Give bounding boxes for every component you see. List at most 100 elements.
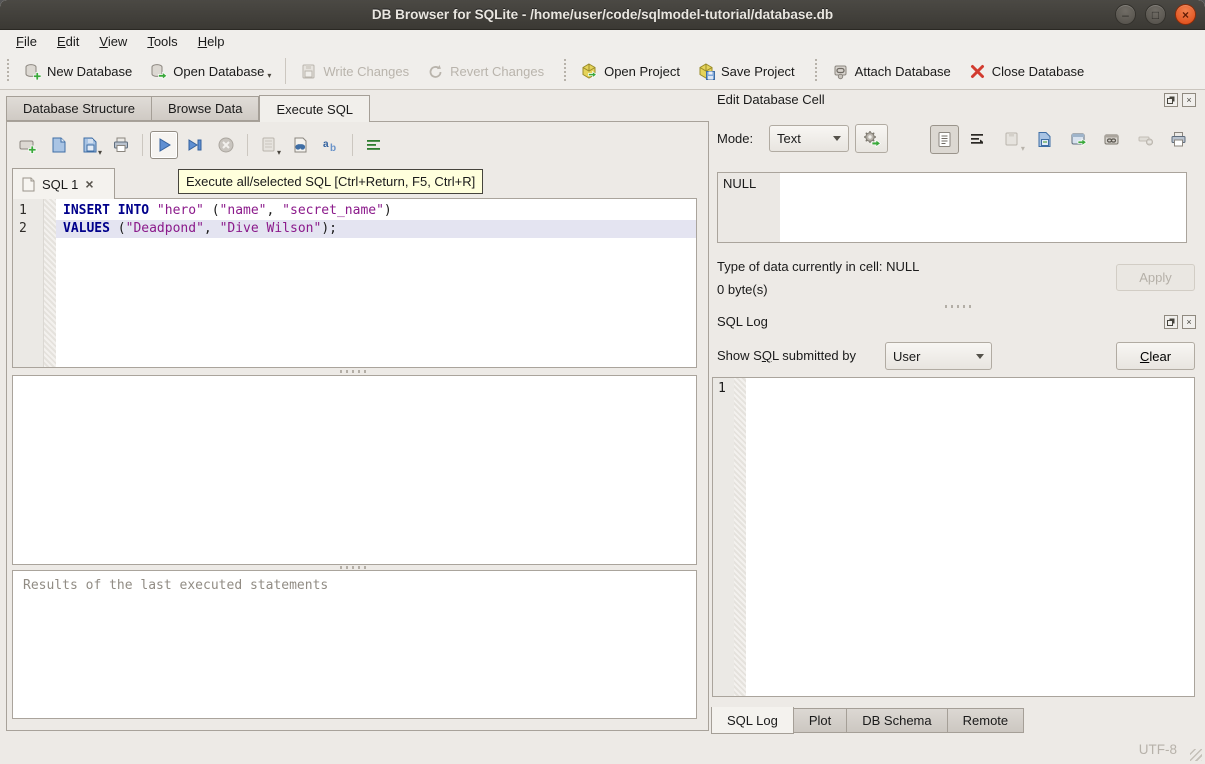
splitter-handle[interactable] bbox=[340, 370, 366, 373]
tab-browse-data[interactable]: Browse Data bbox=[152, 96, 259, 121]
close-button[interactable]: × bbox=[1175, 4, 1196, 25]
text-mode-icon[interactable] bbox=[930, 125, 959, 154]
open-external-icon[interactable] bbox=[1064, 125, 1093, 154]
gear-import-icon bbox=[862, 129, 881, 148]
copy-link-icon[interactable] bbox=[1097, 125, 1126, 154]
attach-database-button[interactable]: Attach Database bbox=[823, 57, 960, 86]
close-database-icon bbox=[969, 63, 986, 80]
save-project-icon bbox=[698, 63, 715, 80]
menu-edit[interactable]: Edit bbox=[47, 31, 89, 52]
stop-execution-button[interactable] bbox=[212, 131, 240, 159]
save-sql-dropdown-caret[interactable]: ▾ bbox=[98, 148, 102, 157]
revert-changes-button[interactable]: Revert Changes bbox=[418, 57, 553, 86]
sql-log-view[interactable]: 1 bbox=[712, 377, 1195, 697]
cell-value-area[interactable] bbox=[780, 173, 1186, 242]
open-database-button[interactable]: Open Database ▾ bbox=[141, 57, 280, 86]
open-project-button[interactable]: Open Project bbox=[572, 57, 689, 86]
sql-editor[interactable]: 12 INSERT INTO "hero" ("name", "secret_n… bbox=[12, 198, 697, 368]
save-results-button[interactable]: ▾ bbox=[255, 131, 283, 159]
tab-db-schema[interactable]: DB Schema bbox=[847, 708, 947, 733]
results-grid-pane[interactable] bbox=[12, 375, 697, 565]
sql-toolbar-separator bbox=[352, 134, 353, 156]
sql-toolbar-separator bbox=[142, 134, 143, 156]
float-dock-button[interactable] bbox=[1164, 315, 1178, 329]
find-icon[interactable] bbox=[286, 131, 314, 159]
sql-editor-code-lines[interactable]: INSERT INTO "hero" ("name", "secret_name… bbox=[56, 199, 696, 367]
tab-sql-log[interactable]: SQL Log bbox=[711, 707, 794, 734]
import-in-cell-button[interactable] bbox=[855, 124, 888, 153]
open-sql-tab-button[interactable] bbox=[14, 131, 42, 159]
close-dock-button[interactable]: × bbox=[1182, 93, 1196, 107]
tab-execute-sql[interactable]: Execute SQL bbox=[259, 95, 370, 122]
close-dock-button[interactable]: × bbox=[1182, 315, 1196, 329]
float-dock-button[interactable] bbox=[1164, 93, 1178, 107]
edit-cell-dock-title: Edit Database Cell bbox=[712, 92, 1160, 107]
results-message-pane[interactable]: Results of the last executed statements bbox=[12, 570, 697, 719]
word-wrap-icon[interactable] bbox=[963, 125, 992, 154]
sql-document-tab[interactable]: SQL 1 × bbox=[12, 168, 115, 199]
sql-code-line[interactable]: VALUES ("Deadpond", "Dive Wilson"); bbox=[56, 220, 696, 238]
save-sql-file-button[interactable]: ▾ bbox=[76, 131, 104, 159]
line-number: 1 bbox=[13, 202, 43, 220]
menu-help[interactable]: Help bbox=[188, 31, 235, 52]
toolbar-drag-handle[interactable] bbox=[561, 59, 569, 83]
import-data-icon[interactable]: ▾ bbox=[997, 125, 1026, 154]
save-project-button[interactable]: Save Project bbox=[689, 57, 804, 86]
format-sql-button[interactable]: ab bbox=[317, 131, 345, 159]
print-icon[interactable] bbox=[1164, 125, 1193, 154]
execute-line-button[interactable] bbox=[181, 131, 209, 159]
apply-button[interactable]: Apply bbox=[1116, 264, 1195, 291]
titlebar[interactable]: DB Browser for SQLite - /home/user/code/… bbox=[0, 0, 1205, 30]
print-button[interactable] bbox=[107, 131, 135, 159]
sql-toolbar-separator bbox=[247, 134, 248, 156]
sql-document-tab-label: SQL 1 bbox=[42, 177, 78, 192]
edit-cell-dock-titlebar: Edit Database Cell × bbox=[712, 92, 1196, 107]
toolbar-drag-handle[interactable] bbox=[812, 59, 820, 83]
close-sql-tab-icon[interactable]: × bbox=[85, 177, 93, 191]
splitter-handle[interactable] bbox=[945, 305, 971, 308]
menu-view[interactable]: View bbox=[89, 31, 137, 52]
cell-value-editor[interactable]: NULL bbox=[717, 172, 1187, 243]
app-window: DB Browser for SQLite - /home/user/code/… bbox=[0, 0, 1205, 764]
open-database-dropdown-caret[interactable]: ▾ bbox=[267, 71, 271, 80]
tab-remote[interactable]: Remote bbox=[948, 708, 1025, 733]
mode-combobox[interactable]: Text bbox=[769, 125, 849, 152]
float-icon bbox=[1167, 320, 1173, 326]
set-null-icon[interactable] bbox=[1131, 125, 1160, 154]
float-icon bbox=[1167, 98, 1173, 104]
clear-log-button[interactable]: Clear bbox=[1116, 342, 1195, 370]
svg-text:b: b bbox=[330, 143, 336, 154]
resize-grip[interactable] bbox=[1190, 749, 1202, 761]
chevron-down-icon bbox=[833, 136, 841, 141]
execute-all-button[interactable] bbox=[150, 131, 178, 159]
mode-combobox-value: Text bbox=[777, 131, 801, 146]
minimize-button[interactable]: – bbox=[1115, 4, 1136, 25]
sql-editor-fold-margin bbox=[44, 199, 56, 367]
sql-code-line[interactable]: INSERT INTO "hero" ("name", "secret_name… bbox=[56, 202, 696, 220]
menu-tools[interactable]: Tools bbox=[137, 31, 187, 52]
tab-plot[interactable]: Plot bbox=[794, 708, 847, 733]
word-wrap-icon[interactable] bbox=[360, 131, 388, 159]
sql-log-fold-margin bbox=[734, 378, 746, 696]
revert-changes-label: Revert Changes bbox=[450, 64, 544, 79]
maximize-button[interactable]: □ bbox=[1145, 4, 1166, 25]
save-results-dropdown-caret[interactable]: ▾ bbox=[277, 148, 281, 157]
new-database-button[interactable]: New Database bbox=[15, 57, 141, 86]
sql-log-content[interactable] bbox=[746, 378, 1194, 696]
mode-label: Mode: bbox=[717, 131, 753, 146]
import-dropdown-caret[interactable]: ▾ bbox=[1021, 144, 1025, 153]
write-changes-button[interactable]: Write Changes bbox=[291, 57, 418, 86]
log-filter-combobox[interactable]: User bbox=[885, 342, 992, 370]
toolbar-separator bbox=[285, 58, 286, 84]
tab-database-structure[interactable]: Database Structure bbox=[6, 96, 152, 121]
open-database-icon bbox=[150, 63, 167, 80]
menu-file[interactable]: File bbox=[6, 31, 47, 52]
export-data-icon[interactable] bbox=[1030, 125, 1059, 154]
main-toolbar: New Database Open Database ▾ Write Chang… bbox=[0, 53, 1205, 90]
toolbar-drag-handle[interactable] bbox=[4, 59, 12, 83]
line-number: 2 bbox=[13, 220, 43, 238]
close-database-button[interactable]: Close Database bbox=[960, 57, 1094, 86]
sql-log-gutter: 1 bbox=[713, 378, 734, 696]
open-sql-file-button[interactable] bbox=[45, 131, 73, 159]
splitter-handle[interactable] bbox=[340, 566, 366, 569]
